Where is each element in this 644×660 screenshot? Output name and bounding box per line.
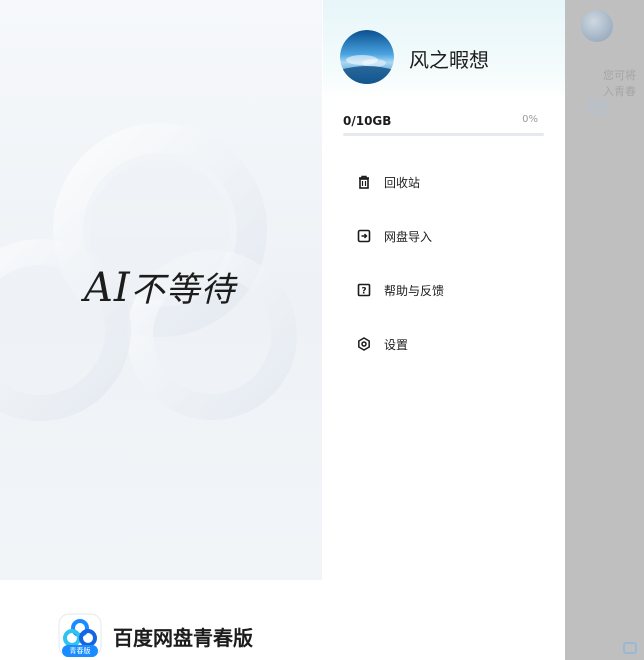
dimmed-overlay[interactable]: 您可将 入青春 [565,0,644,660]
menu-item-settings[interactable]: 设置 [323,322,565,366]
background-icon [586,98,608,116]
settings-icon [358,337,370,351]
storage-usage-text: 0/10GB [343,114,392,128]
menu-item-label: 回收站 [384,176,421,190]
menu-item-label: 帮助与反馈 [384,284,445,298]
navigation-drawer: 风之暇想 0/10GB 0% 回收站 网盘导入 ? 帮助与反馈 设置 [323,0,565,660]
help-icon: ? [357,283,371,297]
background-hint-line: 您可将 [603,69,636,82]
splash-panel: AI不等待 青春版 百度网盘青春版 [0,0,322,660]
menu-item-label: 网盘导入 [384,230,433,244]
background-hint-text: 您可将 入青春 [603,68,644,100]
background-hint-line: 入青春 [603,85,636,98]
brand-badge: 青春版 [62,645,98,657]
user-avatar[interactable] [340,30,394,84]
slogan-rest: 不等待 [130,270,236,310]
svg-text:?: ? [361,287,366,297]
slogan-ai: AI [84,265,131,311]
import-icon [357,229,371,243]
background-avatar [581,10,613,42]
menu-item-recycle-bin[interactable]: 回收站 [323,160,565,204]
trash-icon [359,175,369,189]
slogan: AI不等待 [84,262,236,311]
storage-percent-text: 0% [522,114,538,125]
menu-item-import[interactable]: 网盘导入 [323,214,565,258]
background-corner-icon [623,642,637,654]
brand-name: 百度网盘青春版 [113,626,253,650]
storage-progress-bar [343,133,544,136]
menu-item-label: 设置 [384,338,409,352]
menu-item-help-feedback[interactable]: ? 帮助与反馈 [323,268,565,312]
username[interactable]: 风之暇想 [409,44,489,73]
